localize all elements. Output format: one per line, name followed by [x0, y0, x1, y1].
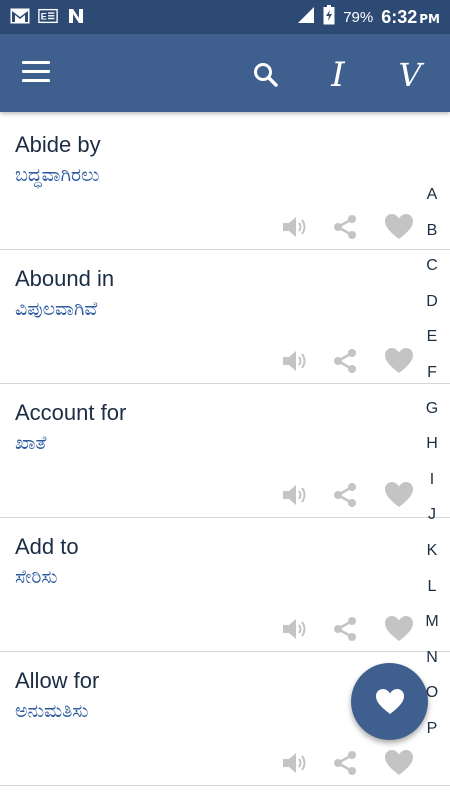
list-item[interactable]: Account for ಖಾತೆ [0, 384, 450, 518]
idioms-button[interactable]: I [316, 53, 360, 97]
alphabet-letter[interactable]: J [422, 506, 442, 542]
entry-word: Abound in [15, 266, 115, 291]
list-item[interactable]: Add to ಸೇರಿಸು [0, 518, 450, 652]
clock: 6:32 PM [381, 7, 440, 28]
alphabet-letter[interactable]: H [422, 435, 442, 471]
share-icon[interactable] [328, 746, 362, 780]
alphabet-letter[interactable]: N [422, 649, 442, 685]
alphabet-letter[interactable]: P [422, 720, 442, 734]
alphabet-letter[interactable]: C [422, 257, 442, 293]
signal-icon [297, 6, 315, 28]
alphabet-letter[interactable]: L [422, 578, 442, 614]
search-icon [254, 63, 278, 87]
entry-word: Abide by [15, 132, 101, 157]
alphabet-letter[interactable]: K [422, 542, 442, 578]
entry-actions [278, 210, 418, 244]
entry-meaning: ಸೇರಿಸು [15, 566, 58, 588]
heart-icon[interactable] [382, 210, 416, 244]
share-icon[interactable] [328, 612, 362, 646]
alphabet-letter[interactable]: M [422, 613, 442, 649]
menu-icon[interactable] [22, 61, 50, 85]
alphabet-letter[interactable]: A [422, 186, 442, 222]
share-icon[interactable] [328, 478, 362, 512]
speaker-icon[interactable] [278, 210, 312, 244]
heart-icon[interactable] [382, 344, 416, 378]
share-icon[interactable] [328, 344, 362, 378]
n-notification-icon [66, 6, 86, 26]
alphabet-letter[interactable]: F [422, 364, 442, 400]
heart-icon[interactable] [382, 746, 416, 780]
alphabet-letter[interactable]: E [422, 328, 442, 364]
entry-actions [278, 344, 418, 378]
clock-ampm: PM [419, 11, 440, 26]
speaker-icon[interactable] [278, 746, 312, 780]
app-bar: I V [0, 34, 450, 112]
alphabet-letter[interactable]: G [422, 400, 442, 436]
heart-icon[interactable] [382, 612, 416, 646]
search-button[interactable] [244, 53, 288, 97]
entry-meaning: ಅನುಮತಿಸು [15, 700, 89, 722]
battery-percent: 79% [343, 8, 374, 26]
svg-text:E: E [41, 12, 47, 22]
heart-icon [375, 688, 404, 714]
entry-word: Account for [15, 400, 127, 425]
alphabet-letter[interactable]: B [422, 222, 442, 258]
share-icon[interactable] [328, 210, 362, 244]
entry-actions [278, 746, 418, 780]
list-item[interactable]: Abide by ಬದ್ಧವಾಗಿರಲು [0, 116, 450, 250]
entry-word: Allow for [15, 668, 100, 693]
e-reader-icon: E [38, 6, 58, 26]
heart-icon[interactable] [382, 478, 416, 512]
battery-charging-icon [323, 5, 335, 29]
entry-meaning: ಖಾತೆ [15, 432, 47, 454]
clock-time: 6:32 [381, 6, 418, 27]
speaker-icon[interactable] [278, 612, 312, 646]
status-bar: E 79% 6:32 PM [0, 0, 450, 34]
entry-meaning: ಬದ್ಧವಾಗಿರಲು [15, 164, 100, 186]
entry-word: Add to [15, 534, 79, 559]
verbs-button[interactable]: V [388, 53, 432, 97]
gmail-icon [10, 6, 30, 26]
entry-actions [278, 612, 418, 646]
entry-actions [278, 478, 418, 512]
alphabet-index: A B C D E F G H I J K L M N O P [422, 186, 442, 734]
speaker-icon[interactable] [278, 344, 312, 378]
favorites-fab[interactable] [351, 663, 428, 740]
alphabet-letter[interactable]: D [422, 293, 442, 329]
speaker-icon[interactable] [278, 478, 312, 512]
entry-meaning: ವಿಪುಲವಾಗಿವೆ [15, 298, 98, 320]
list-item[interactable]: Abound in ವಿಪುಲವಾಗಿವೆ [0, 250, 450, 384]
alphabet-letter[interactable]: I [422, 471, 442, 507]
